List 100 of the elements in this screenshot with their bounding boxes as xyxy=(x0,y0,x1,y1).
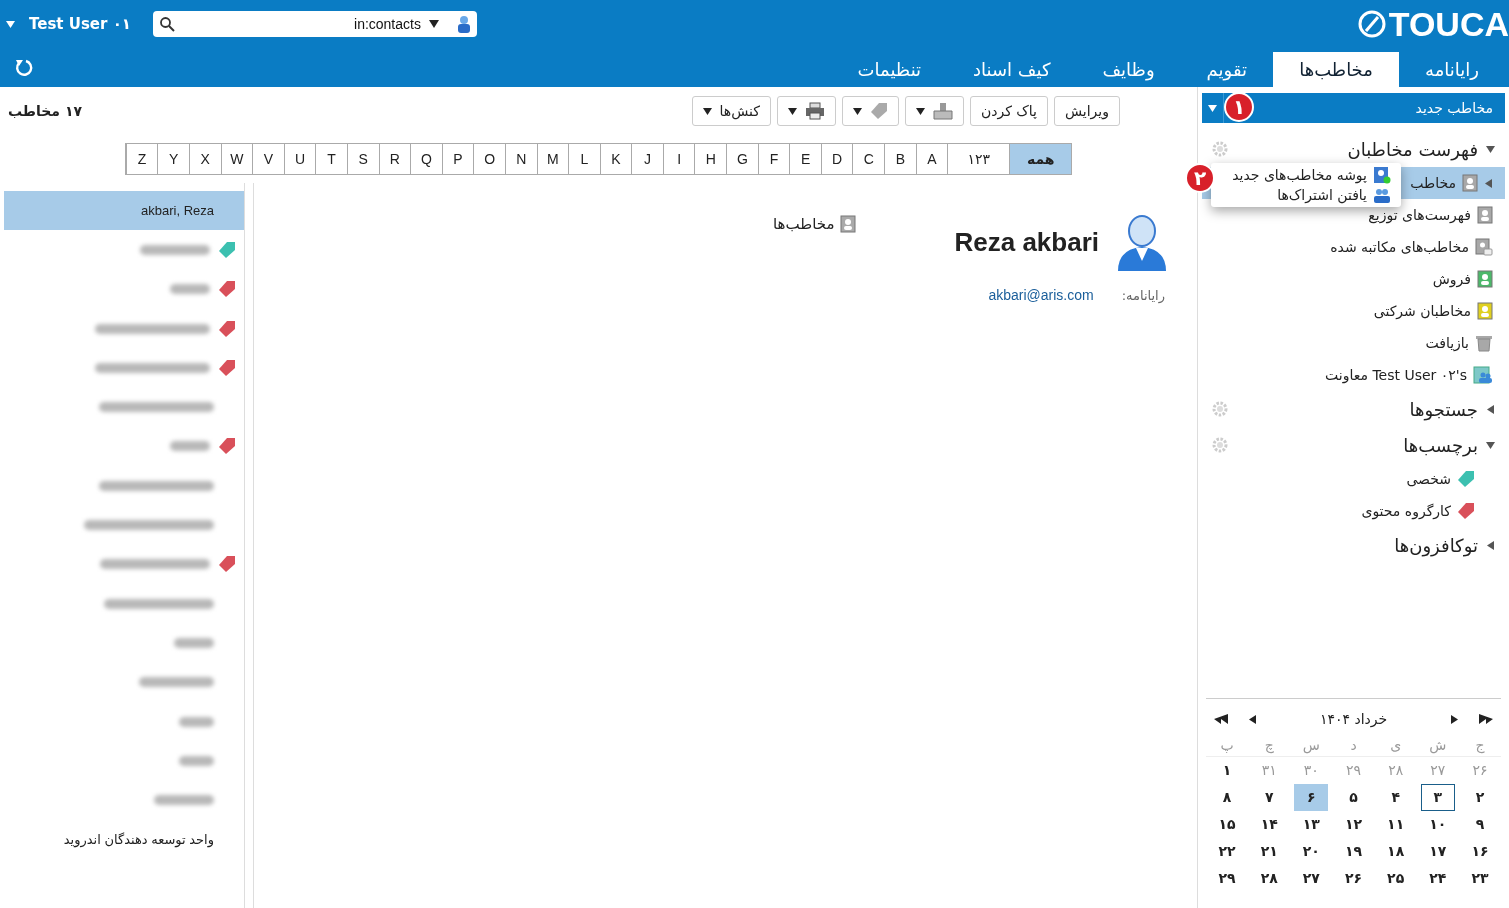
calendar-day[interactable]: ۱۵ xyxy=(1210,811,1245,838)
contact-row[interactable]: akbari, Reza xyxy=(4,191,244,231)
tray-icon xyxy=(932,102,953,120)
search-field[interactable]: in:contacts xyxy=(152,11,477,37)
caret-icon xyxy=(6,19,15,29)
calendar-day[interactable]: ۵ xyxy=(1336,784,1371,811)
calendar-day[interactable]: ۸ xyxy=(1210,784,1245,811)
section-header[interactable]: توکافزون‌ها xyxy=(1202,527,1505,563)
folder-item[interactable]: کارگروه محتوی xyxy=(1202,495,1505,527)
contact-name: Reza akbari xyxy=(954,226,1099,258)
calendar-day[interactable]: ۷ xyxy=(1252,784,1287,811)
calendar-day[interactable]: ۱۸ xyxy=(1378,838,1413,865)
person-icon[interactable] xyxy=(456,14,471,34)
address-book-icon xyxy=(840,215,857,233)
caret-icon xyxy=(852,106,862,116)
calendar-day[interactable]: ۱۱ xyxy=(1378,811,1413,838)
calendar-day[interactable]: ۱۴ xyxy=(1252,811,1287,838)
calendar-day[interactable]: ۲۴ xyxy=(1420,865,1455,892)
tag-button[interactable] xyxy=(841,96,899,126)
email-link[interactable]: akbari@aris.com xyxy=(988,287,1094,303)
mini-calendar: خرداد ۱۴۰۴ ج ش ی د س چ پ ۲۶ ۲۷ ۲۸ ۲۹ ۳۰ ۳۱ ۱ ۲ ۳ ۴ ۵ ۶ ۷ ۸ ۹ ۱۰ ۱۱ ۱۲ ۱۳ ۱۴ ۱۵ ۱۶ ۱۷ ۱۸ ۱۹ ۲۰ ۲۱ ۲۲ ۲۳ ۲۴ ۲۵ ۲۶ ۲۷ ۲۸ ۲۹ xyxy=(1206,698,1501,908)
calendar-day[interactable]: ۱۷ xyxy=(1420,838,1455,865)
caret-icon xyxy=(1208,103,1217,113)
field-label: رایانامه: xyxy=(1121,287,1165,303)
calendar-day[interactable]: ۳ xyxy=(1420,784,1455,811)
toolbar-button[interactable]: ویرایش xyxy=(1053,96,1120,126)
contact-count: ۱۷ مخاطب xyxy=(8,103,82,119)
printer-icon xyxy=(804,102,825,120)
weekday-label: چ xyxy=(1248,733,1291,757)
weekday-label: ج xyxy=(1458,733,1501,757)
refresh-icon[interactable] xyxy=(14,57,34,78)
nav-tab[interactable]: کیف اسناد xyxy=(947,52,1077,87)
add-folder-icon xyxy=(1373,166,1391,184)
collapse-icon xyxy=(1486,144,1495,154)
move-button[interactable] xyxy=(904,96,964,126)
previous-icon xyxy=(1248,714,1257,724)
folder-item[interactable]: مخاطبان شرکتی xyxy=(1202,295,1505,327)
search-icon xyxy=(158,16,175,32)
calendar-day[interactable]: ۲ xyxy=(1462,784,1497,811)
logo: TOUCA xyxy=(1356,4,1509,44)
calendar-day[interactable]: ۲۹ xyxy=(1210,865,1245,892)
settings-icon[interactable] xyxy=(1212,437,1228,453)
weekday-label: س xyxy=(1290,733,1333,757)
print-button[interactable] xyxy=(776,96,836,126)
contact-row[interactable]: واحد توسعه دهندگان اندروید xyxy=(4,819,244,860)
people-icon xyxy=(1373,186,1391,204)
folder-item[interactable]: فروش xyxy=(1202,263,1505,295)
logo-icon xyxy=(1356,9,1387,39)
nav-tab[interactable]: تقویم xyxy=(1180,52,1273,87)
caret-icon xyxy=(915,106,925,116)
caret-icon xyxy=(428,19,439,29)
actions-menu-button[interactable]: کنش‌ها xyxy=(691,96,771,126)
fast-back-icon[interactable] xyxy=(1214,714,1228,724)
fast-forward-icon[interactable] xyxy=(1479,714,1493,724)
letter-filter[interactable]: همه xyxy=(1009,144,1072,174)
step-badge: ۲ xyxy=(1185,163,1215,193)
calendar-day[interactable]: ۲۸ xyxy=(1252,865,1287,892)
folder-item[interactable]: شخصی xyxy=(1202,463,1505,495)
folder-item[interactable]: مخاطب‌های مکاتبه شده xyxy=(1202,231,1505,263)
collapse-icon xyxy=(1486,440,1495,450)
nav-tab[interactable]: وظایف xyxy=(1076,52,1181,87)
nav-tab[interactable]: تنظیمات xyxy=(831,52,948,87)
section-header[interactable]: جستجوها xyxy=(1202,391,1505,427)
section-header[interactable]: برچسب‌ها xyxy=(1202,427,1505,463)
calendar-day[interactable]: ۱۳ xyxy=(1294,811,1329,838)
folder-label: مخاطب‌ها xyxy=(773,215,835,233)
calendar-day[interactable]: ۲۲ xyxy=(1210,838,1245,865)
calendar-day[interactable]: ۱۹ xyxy=(1336,838,1371,865)
calendar-day[interactable]: ۲۶ xyxy=(1336,865,1371,892)
calendar-day[interactable]: ۲۰ xyxy=(1294,838,1329,865)
calendar-day[interactable]: ۲۵ xyxy=(1378,865,1413,892)
tag-icon xyxy=(869,102,888,120)
user-menu[interactable]: Test User ۰۱ xyxy=(6,15,131,33)
nav-tab[interactable]: رایانامه xyxy=(1399,52,1505,87)
calendar-day[interactable]: ۱۰ xyxy=(1420,811,1455,838)
folder-item[interactable]: بازیافت xyxy=(1202,327,1505,359)
caret-icon xyxy=(787,106,797,116)
expand-icon xyxy=(1486,404,1495,414)
weekday-label: ی xyxy=(1374,733,1417,757)
calendar-day[interactable]: ۶ xyxy=(1294,784,1329,811)
expand-icon xyxy=(1486,540,1495,550)
weekday-label: پ xyxy=(1206,733,1249,757)
calendar-day[interactable]: ۱۶ xyxy=(1462,838,1497,865)
calendar-day[interactable]: ۴ xyxy=(1378,784,1413,811)
settings-icon[interactable] xyxy=(1212,401,1228,417)
nav-tab[interactable]: مخاطب‌ها xyxy=(1273,52,1399,87)
calendar-day[interactable]: ۲۷ xyxy=(1294,865,1329,892)
calendar-day[interactable]: ۹ xyxy=(1462,811,1497,838)
settings-icon[interactable] xyxy=(1212,141,1228,157)
calendar-day[interactable]: ۱۲ xyxy=(1336,811,1371,838)
calendar-day[interactable]: ۱ xyxy=(1210,757,1245,784)
folder-item[interactable]: Test User ۰۲'s معاونت xyxy=(1202,359,1505,391)
caret-icon xyxy=(1484,178,1493,188)
next-icon xyxy=(1450,714,1459,724)
toolbar-button[interactable]: پاک کردن xyxy=(969,96,1048,126)
calendar-day[interactable]: ۲۳ xyxy=(1462,865,1497,892)
calendar-day[interactable]: ۲۱ xyxy=(1252,838,1287,865)
weekday-label: د xyxy=(1332,733,1375,757)
weekday-label: ش xyxy=(1416,733,1459,757)
caret-icon xyxy=(702,106,712,116)
